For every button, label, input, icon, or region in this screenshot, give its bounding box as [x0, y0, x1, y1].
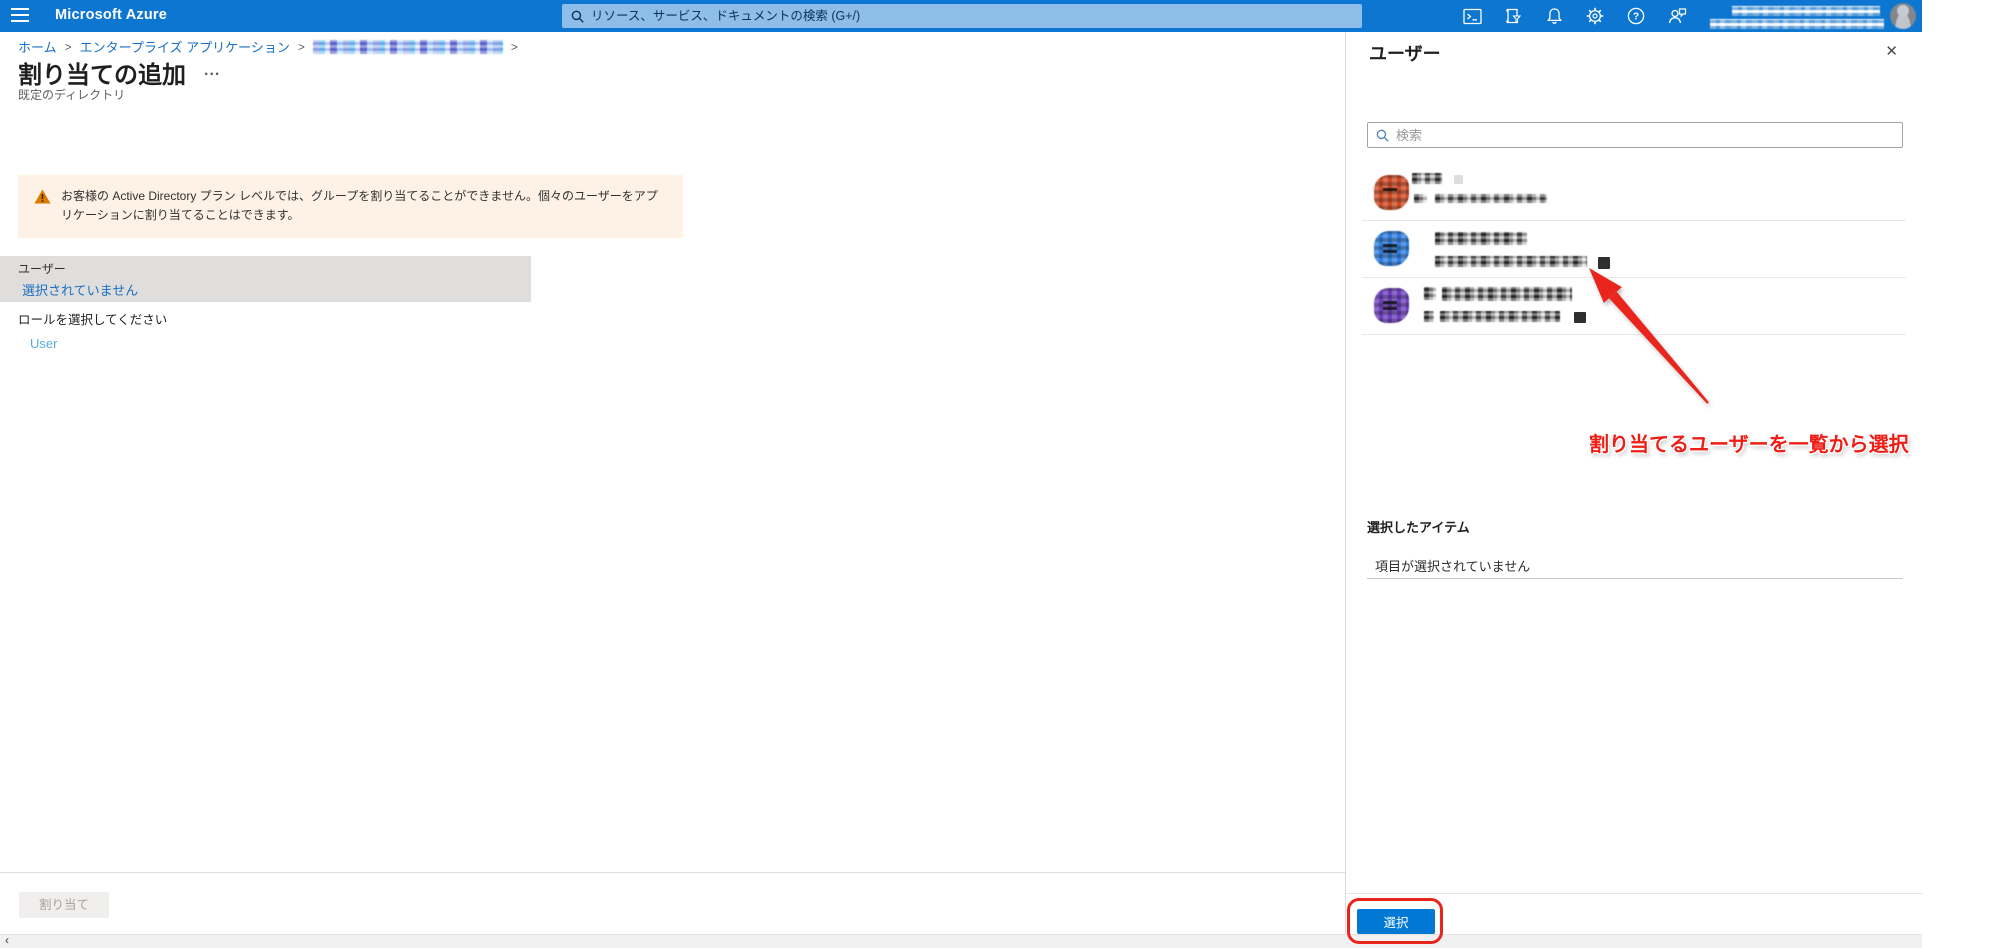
warning-icon	[34, 189, 51, 204]
empty-selection-text: 項目が選択されていません	[1375, 556, 1530, 575]
user-avatar	[1374, 288, 1409, 323]
svg-text:?: ?	[1633, 12, 1639, 23]
user-section-label: ユーザー	[18, 260, 66, 277]
global-search-input[interactable]	[591, 9, 1331, 23]
breadcrumb-home[interactable]: ホーム	[18, 37, 57, 56]
warning-text: お客様の Active Directory プラン レベルでは、グループを割り当…	[61, 187, 667, 238]
breadcrumb-app-redacted[interactable]	[313, 40, 503, 54]
warning-banner: お客様の Active Directory プラン レベルでは、グループを割り当…	[18, 175, 683, 238]
more-options-icon[interactable]: ...	[204, 62, 220, 80]
panel-title: ユーザー	[1369, 40, 1441, 66]
role-prompt-label: ロールを選択してください	[18, 309, 167, 328]
cloud-shell-icon[interactable]	[1462, 6, 1482, 26]
redacted-name	[1454, 175, 1463, 184]
redacted-name	[1435, 232, 1527, 245]
feedback-icon[interactable]	[1667, 6, 1687, 26]
scroll-left-icon[interactable]: ‹	[5, 933, 9, 947]
redacted-name	[1412, 173, 1442, 184]
redacted-upn	[1440, 311, 1560, 322]
page-subtitle: 既定のディレクトリ	[18, 86, 125, 103]
users-panel: ユーザー ✕	[1345, 32, 1922, 934]
redacted-upn	[1435, 256, 1587, 267]
panel-search[interactable]	[1367, 122, 1903, 148]
top-bar-icons: ?	[1462, 0, 1687, 32]
panel-footer-divider	[1346, 893, 1923, 894]
account-name-redacted	[1732, 6, 1880, 16]
search-icon	[571, 10, 584, 23]
redacted-name	[1424, 287, 1436, 300]
breadcrumb-separator-icon: >	[511, 40, 518, 54]
redacted-upn	[1574, 312, 1586, 323]
hamburger-menu-icon[interactable]	[11, 8, 29, 24]
user-list	[1362, 165, 1906, 335]
redacted-upn	[1414, 194, 1427, 203]
horizontal-scrollbar[interactable]: ‹	[0, 934, 1922, 948]
footer-divider	[0, 872, 1345, 873]
user-row[interactable]	[1362, 221, 1906, 278]
close-icon[interactable]: ✕	[1885, 42, 1898, 60]
user-row[interactable]	[1362, 165, 1906, 221]
select-button[interactable]: 選択	[1357, 909, 1435, 934]
settings-gear-icon[interactable]	[1585, 6, 1605, 26]
annotation-text: 割り当てるユーザーを一覧から選択	[1589, 428, 1909, 457]
panel-search-input[interactable]	[1396, 128, 1876, 143]
directory-filter-icon[interactable]	[1503, 6, 1523, 26]
user-row[interactable]	[1362, 278, 1906, 335]
breadcrumb-separator-icon: >	[65, 40, 72, 54]
role-value-link[interactable]: User	[30, 336, 57, 351]
redacted-upn	[1435, 194, 1547, 203]
assign-button[interactable]: 割り当て	[19, 892, 109, 918]
breadcrumb-enterprise-apps[interactable]: エンタープライズ アプリケーション	[80, 37, 290, 56]
user-avatar	[1374, 175, 1409, 210]
divider	[1367, 578, 1903, 579]
brand-title: Microsoft Azure	[55, 7, 167, 23]
breadcrumb: ホーム > エンタープライズ アプリケーション > >	[18, 37, 518, 56]
azure-portal: Microsoft Azure ? ホーム > エンタープライズ アプリケーショ…	[0, 0, 2009, 948]
help-icon[interactable]: ?	[1626, 6, 1646, 26]
selected-items-label: 選択したアイテム	[1367, 517, 1470, 536]
top-bar: Microsoft Azure ?	[0, 0, 1922, 32]
notifications-bell-icon[interactable]	[1544, 6, 1564, 26]
redacted-upn	[1424, 311, 1434, 322]
redacted-name	[1442, 287, 1572, 301]
user-avatar	[1374, 231, 1409, 266]
search-icon	[1376, 129, 1389, 142]
breadcrumb-separator-icon: >	[298, 40, 305, 54]
redacted-upn	[1598, 257, 1610, 269]
account-avatar[interactable]	[1890, 3, 1916, 29]
page-title: 割り当ての追加	[18, 55, 186, 90]
account-directory-redacted	[1710, 19, 1884, 29]
global-search[interactable]	[562, 4, 1362, 28]
user-selection-link[interactable]: 選択されていません	[22, 280, 138, 299]
